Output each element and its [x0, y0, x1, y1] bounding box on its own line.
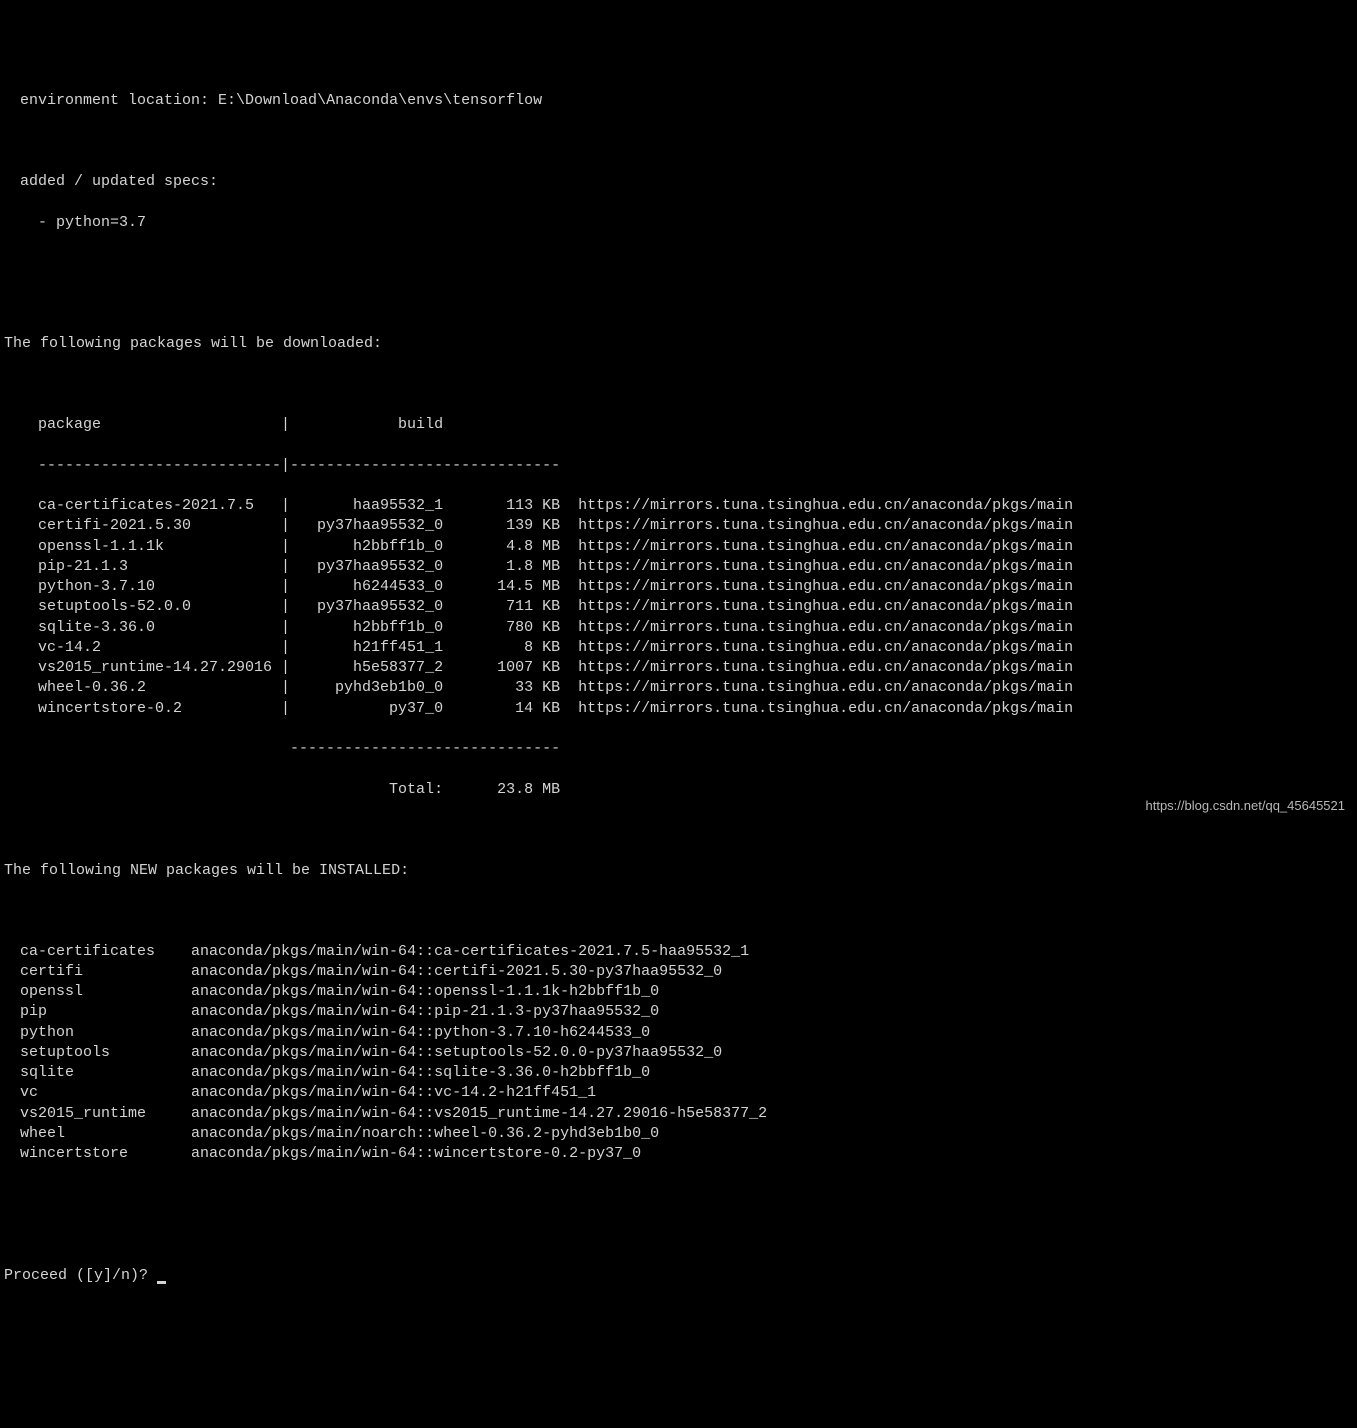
install-row: wheel anaconda/pkgs/main/noarch::wheel-0… [0, 1124, 1357, 1144]
env-label: environment location: [20, 92, 209, 109]
install-row: certifi anaconda/pkgs/main/win-64::certi… [0, 962, 1357, 982]
download-row: openssl-1.1.1k | h2bbff1b_0 4.8 MB https… [0, 537, 1357, 557]
blank [0, 294, 1357, 314]
blank [0, 132, 1357, 152]
blank [0, 1185, 1357, 1205]
downloads-rule: ------------------------------ [0, 739, 1357, 759]
install-row: sqlite anaconda/pkgs/main/win-64::sqlite… [0, 1063, 1357, 1083]
env-location: environment location: E:\Download\Anacon… [0, 91, 1357, 111]
install-row: vs2015_runtime anaconda/pkgs/main/win-64… [0, 1104, 1357, 1124]
install-row: wincertstore anaconda/pkgs/main/win-64::… [0, 1144, 1357, 1164]
download-row: wincertstore-0.2 | py37_0 14 KB https://… [0, 699, 1357, 719]
prompt-text: Proceed ([y]/n)? [4, 1267, 157, 1284]
blank [0, 901, 1357, 921]
download-row: ca-certificates-2021.7.5 | haa95532_1 11… [0, 496, 1357, 516]
download-row: setuptools-52.0.0 | py37haa95532_0 711 K… [0, 597, 1357, 617]
downloads-title: The following packages will be downloade… [0, 334, 1357, 354]
installs-title: The following NEW packages will be INSTA… [0, 861, 1357, 881]
watermark: https://blog.csdn.net/qq_45645521 [1146, 797, 1346, 815]
download-row: vc-14.2 | h21ff451_1 8 KB https://mirror… [0, 638, 1357, 658]
downloads-rule: ---------------------------|------------… [0, 456, 1357, 476]
blank [0, 820, 1357, 840]
download-row: vs2015_runtime-14.27.29016 | h5e58377_2 … [0, 658, 1357, 678]
install-row: vc anaconda/pkgs/main/win-64::vc-14.2-h2… [0, 1083, 1357, 1103]
specs-item: - python=3.7 [0, 213, 1357, 233]
env-path: E:\Download\Anaconda\envs\tensorflow [218, 92, 542, 109]
install-row: setuptools anaconda/pkgs/main/win-64::se… [0, 1043, 1357, 1063]
cursor [157, 1281, 166, 1284]
install-row: pip anaconda/pkgs/main/win-64::pip-21.1.… [0, 1002, 1357, 1022]
install-row: python anaconda/pkgs/main/win-64::python… [0, 1023, 1357, 1043]
blank [0, 1225, 1357, 1245]
download-row: wheel-0.36.2 | pyhd3eb1b0_0 33 KB https:… [0, 678, 1357, 698]
install-row: openssl anaconda/pkgs/main/win-64::opens… [0, 982, 1357, 1002]
download-row: sqlite-3.36.0 | h2bbff1b_0 780 KB https:… [0, 618, 1357, 638]
download-row: certifi-2021.5.30 | py37haa95532_0 139 K… [0, 516, 1357, 536]
proceed-prompt[interactable]: Proceed ([y]/n)? [0, 1266, 1357, 1286]
install-row: ca-certificates anaconda/pkgs/main/win-6… [0, 942, 1357, 962]
downloads-header: package | build [0, 415, 1357, 435]
specs-label: added / updated specs: [0, 172, 1357, 192]
blank [0, 253, 1357, 273]
download-row: pip-21.1.3 | py37haa95532_0 1.8 MB https… [0, 557, 1357, 577]
download-row: python-3.7.10 | h6244533_0 14.5 MB https… [0, 577, 1357, 597]
blank [0, 375, 1357, 395]
